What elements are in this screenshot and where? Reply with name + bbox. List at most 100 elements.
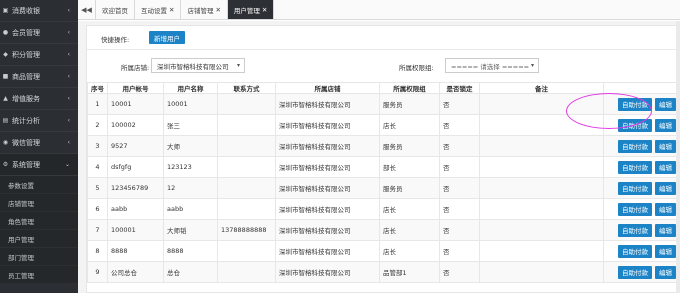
sidebar-item[interactable]: ▣ 消费收银 ‹ [0, 0, 78, 22]
cell-role: 店长 [379, 114, 440, 136]
chevron-left-icon: ‹ [67, 73, 70, 80]
cell-account: 公司总仓 [107, 261, 164, 283]
cell-account: 123456789 [107, 177, 164, 199]
cell-actions: 自助付款 编辑 [603, 198, 680, 220]
sidebar-subitem[interactable]: 店铺管理 [0, 194, 78, 212]
store-filter-label: 所属店铺: [121, 64, 150, 72]
sidebar-subitem[interactable]: 参数设置 [0, 176, 78, 194]
sidebar-item[interactable]: ▤ 统计分析 ‹ [0, 110, 78, 132]
close-icon[interactable]: ✕ [215, 6, 220, 14]
cell-role: 品管部1 [379, 261, 440, 283]
cell-phone [217, 240, 276, 262]
system-submenu: 参数设置 店铺管理 角色管理 用户管理 部门管理 员工管理 [0, 176, 78, 284]
cell-phone [217, 114, 276, 136]
sidebar-subitem[interactable]: 员工管理 [0, 266, 78, 284]
edit-button[interactable]: 编辑 [655, 244, 676, 258]
tab-welcome[interactable]: 欢迎首页 [96, 0, 135, 19]
self-pay-button[interactable]: 自助付款 [618, 160, 652, 174]
cell-store: 深圳市智榕科技有限公司 [275, 261, 380, 283]
sidebar-item[interactable]: ◆ 积分管理 ‹ [0, 44, 78, 66]
edit-button[interactable]: 编辑 [655, 202, 676, 216]
scrollbar[interactable] [676, 21, 680, 293]
cell-store: 深圳市智榕科技有限公司 [275, 135, 380, 157]
cell-store: 深圳市智榕科技有限公司 [275, 240, 380, 262]
self-pay-button[interactable]: 自助付款 [618, 223, 652, 237]
cell-locked: 否 [439, 240, 480, 262]
self-pay-button[interactable]: 自助付款 [618, 97, 652, 111]
cell-locked: 否 [439, 219, 480, 241]
quick-actions-label: 快捷操作: [101, 36, 130, 44]
edit-button[interactable]: 编辑 [655, 160, 676, 174]
edit-button[interactable]: 编辑 [655, 181, 676, 195]
column-header: 用户帐号 [107, 82, 164, 94]
table-row: 6 aabb aabb 深圳市智榕科技有限公司 店长否自助付款 编辑 [87, 198, 680, 220]
cell-actions: 自助付款 编辑 [603, 135, 680, 157]
cart-icon: ▣ [2, 7, 9, 14]
sidebar: ▣ 消费收银 ‹ ● 会员管理 ‹ ◆ 积分管理 ‹ ■ 商品管理 ‹ ▲ 增值服务 ‹ ▤ 统计分析 ‹ ◉ 微信管… [0, 0, 78, 293]
cell-store: 深圳市智榕科技有限公司 [275, 177, 380, 199]
table-row: 9 公司总仓 总仓 深圳市智榕科技有限公司 品管部1 否 自助付款 编辑 [87, 261, 680, 283]
cell-role: 部长 [379, 156, 440, 178]
cell-role: 店长 [379, 240, 440, 262]
user-icon: ● [2, 29, 9, 36]
sidebar-subitem[interactable]: 角色管理 [0, 212, 78, 230]
edit-button[interactable]: 编辑 [655, 139, 676, 153]
self-pay-button[interactable]: 自助付款 [618, 244, 652, 258]
sidebar-item-label: 增值服务 [12, 94, 40, 103]
cell-actions: 自助付款 编辑 [603, 156, 680, 178]
tab-scroll-left-button[interactable]: ◀◀ [78, 0, 96, 19]
table-row: 8 8888 8888 深圳市智榕科技有限公司 店长否自助付款 编辑 [87, 240, 680, 262]
cell-index: 4 [87, 156, 108, 178]
self-pay-button[interactable]: 自助付款 [618, 118, 652, 132]
sidebar-item[interactable]: ● 会员管理 ‹ [0, 22, 78, 44]
cell-username: 张三 [163, 114, 218, 136]
sidebar-subitem[interactable]: 用户管理 [0, 230, 78, 248]
close-icon[interactable]: ✕ [169, 6, 174, 14]
chevron-left-icon: ‹ [67, 7, 70, 14]
role-filter-label: 所属权限组: [399, 64, 434, 72]
column-header: 序号 [87, 82, 108, 94]
column-header: 所属店铺 [275, 82, 380, 94]
sidebar-subitem[interactable]: 部门管理 [0, 248, 78, 266]
wechat-icon: ◉ [2, 139, 9, 146]
cell-role: 服务员 [379, 93, 440, 115]
table-row: 7 100001 大师韬 13788888888 深圳市智榕科技有限公司 店长否 自助付款编… [87, 219, 680, 241]
column-header [603, 82, 680, 94]
cell-actions: 自助付款 编辑 [603, 219, 680, 241]
cell-username: 10001 [163, 93, 218, 115]
edit-button[interactable]: 编辑 [655, 97, 676, 111]
tab-user-management[interactable]: 用户管理 ✕ [227, 0, 275, 19]
cell-account: aabb [107, 198, 164, 220]
cell-actions: 自助付款 编辑 [603, 240, 680, 262]
close-icon[interactable]: ✕ [262, 6, 267, 14]
self-pay-button[interactable]: 自助付款 [618, 139, 652, 153]
sidebar-item[interactable]: ◉ 微信管理 ‹ [0, 132, 78, 154]
column-header: 所属权限组 [379, 82, 440, 94]
sidebar-item[interactable]: ■ 商品管理 ‹ [0, 66, 78, 88]
cell-locked: 否 [439, 114, 480, 136]
cell-index: 7 [87, 219, 108, 241]
chevron-down-icon: ▾ [236, 62, 240, 69]
self-pay-button[interactable]: 自助付款 [618, 265, 652, 279]
edit-button[interactable]: 编辑 [655, 223, 676, 237]
sidebar-item[interactable]: ▲ 增值服务 ‹ [0, 88, 78, 110]
edit-button[interactable]: 编辑 [655, 118, 676, 132]
cell-phone [217, 198, 276, 220]
table-row: 3 9527 大师 深圳市智榕科技有限公司 服务员否 自助付款 编辑 [87, 135, 680, 157]
tab-store-management[interactable]: 店铺管理 ✕ [181, 0, 228, 19]
store-select[interactable]: 深圳市智榕科技有限公司 ▾ [151, 58, 245, 73]
edit-button[interactable]: 编辑 [655, 265, 676, 279]
add-user-button[interactable]: 新增用户 [149, 31, 185, 44]
role-select[interactable]: ===== 请选择 ===== ▾ [445, 58, 539, 73]
cell-account: 10001 [107, 93, 164, 115]
sidebar-item-label: 系统管理 [12, 160, 40, 169]
column-header: 是否锁定 [439, 82, 480, 94]
tab-interaction-settings[interactable]: 互动设置 ✕ [135, 0, 182, 19]
sidebar-item[interactable]: ⚙ 系统管理 ⌄ [0, 154, 78, 176]
self-pay-button[interactable]: 自助付款 [618, 202, 652, 216]
chevron-left-icon: ‹ [67, 117, 70, 124]
cell-store: 深圳市智榕科技有限公司 [275, 156, 380, 178]
self-pay-button[interactable]: 自助付款 [618, 181, 652, 195]
cell-username: 8888 [163, 240, 218, 262]
cell-note [479, 93, 604, 115]
